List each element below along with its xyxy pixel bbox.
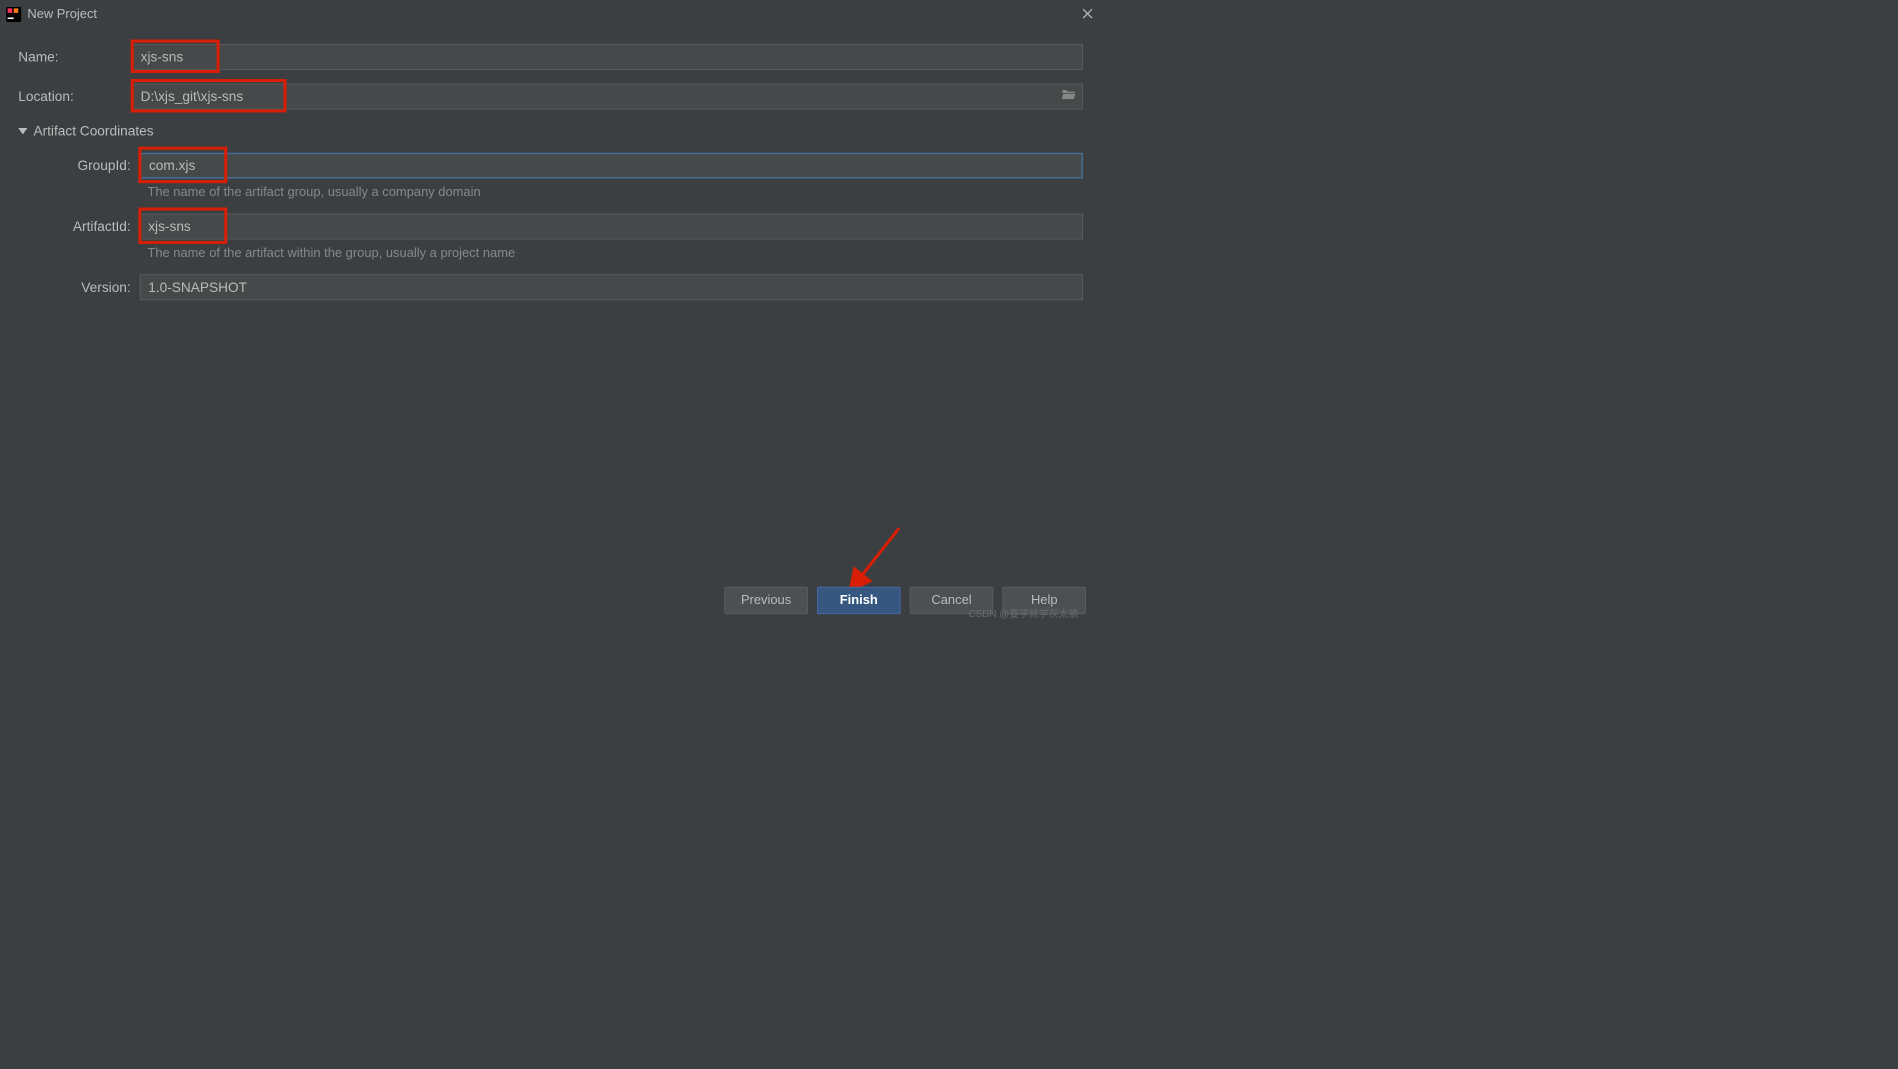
artifactid-value: xjs-sns bbox=[148, 219, 191, 235]
version-label: Version: bbox=[26, 279, 140, 295]
name-label: Name: bbox=[18, 49, 132, 65]
version-value: 1.0-SNAPSHOT bbox=[148, 279, 247, 295]
new-project-dialog: New Project Name: xjs-sns Location: D:\x… bbox=[0, 0, 1101, 625]
location-input[interactable]: D:\xjs_git\xjs-sns bbox=[132, 84, 1083, 110]
groupid-label: GroupId: bbox=[26, 158, 140, 174]
location-value: D:\xjs_git\xjs-sns bbox=[141, 89, 244, 105]
groupid-input[interactable]: com.xjs bbox=[140, 153, 1083, 179]
location-row: Location: D:\xjs_git\xjs-sns bbox=[18, 84, 1083, 110]
name-input[interactable]: xjs-sns bbox=[132, 44, 1083, 70]
groupid-hint: The name of the artifact group, usually … bbox=[147, 185, 1083, 200]
content-area: Name: xjs-sns Location: D:\xjs_git\xjs-s… bbox=[0, 29, 1101, 300]
chevron-down-icon bbox=[18, 123, 27, 139]
artifactid-hint: The name of the artifact within the grou… bbox=[147, 245, 1083, 260]
section-title: Artifact Coordinates bbox=[33, 123, 153, 139]
location-label: Location: bbox=[18, 89, 132, 105]
version-row: Version: 1.0-SNAPSHOT bbox=[26, 274, 1083, 300]
artifact-coordinates-section: GroupId: com.xjs The name of the artifac… bbox=[18, 153, 1083, 300]
intellij-icon bbox=[6, 7, 21, 22]
watermark: CSDN @要学就学灰太狼 bbox=[969, 606, 1079, 620]
groupid-value: com.xjs bbox=[149, 158, 195, 174]
artifact-coordinates-toggle[interactable]: Artifact Coordinates bbox=[18, 123, 1083, 139]
previous-button[interactable]: Previous bbox=[724, 587, 808, 614]
artifactid-input[interactable]: xjs-sns bbox=[140, 214, 1083, 240]
finish-button[interactable]: Finish bbox=[817, 587, 901, 614]
folder-open-icon[interactable] bbox=[1061, 89, 1076, 105]
titlebar: New Project bbox=[0, 0, 1101, 29]
version-input[interactable]: 1.0-SNAPSHOT bbox=[140, 274, 1083, 300]
name-row: Name: xjs-sns bbox=[18, 44, 1083, 70]
groupid-row: GroupId: com.xjs bbox=[26, 153, 1083, 179]
window-title: New Project bbox=[27, 7, 97, 22]
name-value: xjs-sns bbox=[141, 49, 184, 65]
artifactid-row: ArtifactId: xjs-sns bbox=[26, 214, 1083, 240]
close-button[interactable] bbox=[1078, 5, 1096, 23]
artifactid-label: ArtifactId: bbox=[26, 219, 140, 235]
